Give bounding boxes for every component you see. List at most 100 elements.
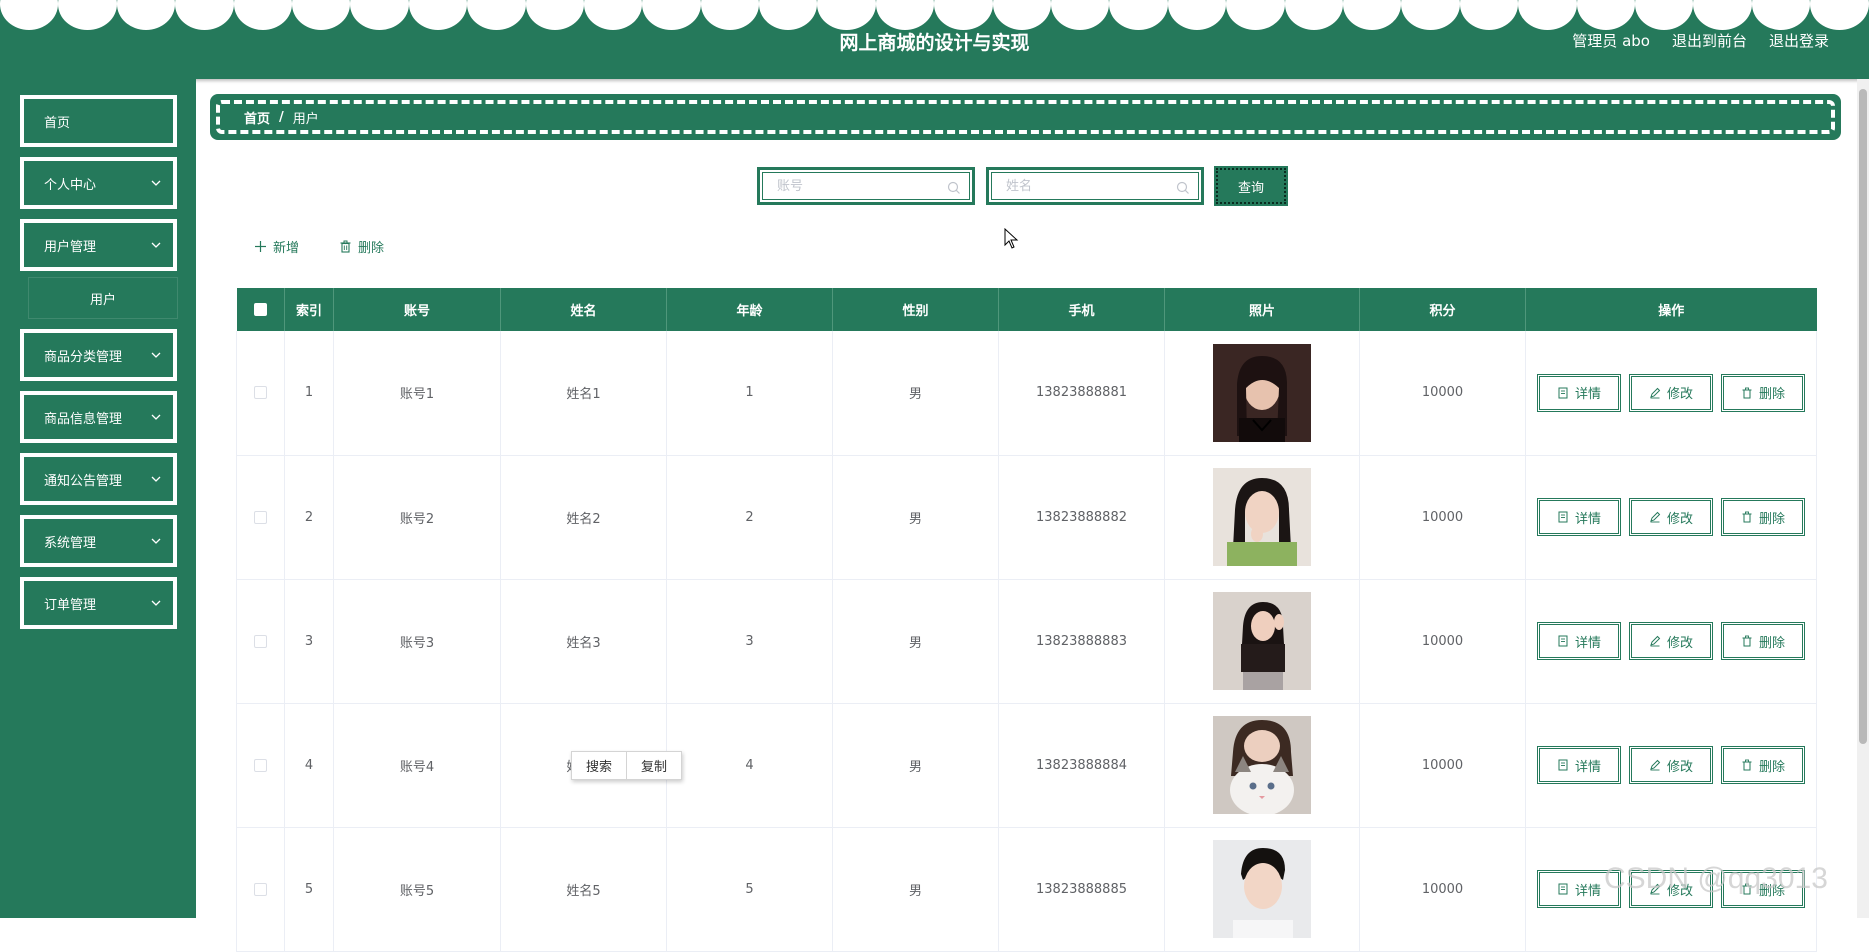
detail-button[interactable]: 详情 [1537,746,1621,784]
edit-button[interactable]: 修改 [1629,746,1713,784]
cell-actions: 详情 修改 删除 [1525,331,1817,456]
cell-points: 10000 [1359,455,1526,580]
column-header: 年龄 [666,288,833,331]
detail-button[interactable]: 详情 [1537,373,1621,412]
add-button[interactable]: 新增 [254,237,299,256]
delete-button[interactable]: 删除 [1721,498,1805,536]
delete-button[interactable]: 删除 [1721,622,1805,660]
row-select-cell [236,331,285,456]
table-row: 3 账号3 姓名3 3 男 13823888883 10000 详情 修改 删除 [236,579,1817,704]
sidebar-item-label: 商品信息管理 [44,411,123,427]
cell-gender: 男 [832,579,999,704]
user-photo [1213,716,1311,814]
detail-button[interactable]: 详情 [1537,622,1621,660]
pencil-icon [1650,387,1661,399]
cell-account: 账号3 [333,579,501,704]
sidebar-item-product-management[interactable]: 商品信息管理 [20,391,177,443]
cell-phone: 13823888882 [998,455,1165,580]
name-search-inner [991,172,1199,200]
select-all-checkbox[interactable] [253,303,267,316]
context-copy-button[interactable]: 复制 [627,752,681,779]
breadcrumb-current: 用户 [292,111,319,127]
query-button[interactable]: 查询 [1214,166,1288,206]
sidebar-item-notice-management[interactable]: 通知公告管理 [20,453,177,505]
trash-icon [340,240,351,253]
row-actions: 详情 修改 删除 [1526,498,1816,536]
row-checkbox[interactable] [254,758,267,772]
scrollbar-thumb[interactable] [1859,89,1867,744]
row-checkbox[interactable] [254,882,267,896]
edit-label: 修改 [1666,511,1693,527]
cell-account: 账号5 [333,827,501,952]
document-icon [1558,511,1568,523]
top-header: 网上商城的设计与实现 管理员 abo 退出到前台 退出登录 [0,0,1869,79]
sidebar-item-label: 个人中心 [44,177,97,193]
sidebar-item-category-management[interactable]: 商品分类管理 [20,329,177,381]
exit-to-front-link[interactable]: 退出到前台 [1672,30,1747,51]
chevron-down-icon [151,180,161,186]
cell-phone: 13823888885 [998,827,1165,952]
row-checkbox[interactable] [254,510,267,524]
edit-button[interactable]: 修改 [1629,498,1713,536]
cell-age: 5 [666,827,833,952]
delete-button[interactable]: 删除 [1721,373,1805,412]
breadcrumb-home[interactable]: 首页 [244,108,270,127]
cell-photo [1164,703,1360,828]
breadcrumb-separator: / [279,109,284,125]
cell-index: 3 [284,579,334,704]
cell-actions: 详情 修改 删除 [1525,579,1817,704]
sidebar-item-user-management[interactable]: 用户管理 [20,219,177,271]
user-photo [1213,592,1311,690]
sidebar-item-order-management[interactable]: 订单管理 [20,577,177,629]
cell-name: 姓名5 [500,827,667,952]
cell-age: 4 [666,703,833,828]
edit-button[interactable]: 修改 [1629,373,1713,412]
document-icon [1558,387,1568,399]
edit-button[interactable]: 修改 [1629,622,1713,660]
sidebar-item-label: 商品分类管理 [44,349,123,365]
sidebar-subitem-users[interactable]: 用户 [28,277,178,319]
delete-label: 删除 [1758,759,1785,775]
row-actions: 详情 修改 删除 [1526,373,1816,412]
logout-link[interactable]: 退出登录 [1769,30,1829,51]
delete-button[interactable]: 删除 [1721,746,1805,784]
row-select-cell [236,455,285,580]
detail-button[interactable]: 详情 [1537,498,1621,536]
chevron-down-icon [151,414,161,420]
detail-label: 详情 [1574,511,1601,527]
batch-delete-button[interactable]: 删除 [339,237,384,256]
row-checkbox[interactable] [254,634,267,648]
cell-age: 2 [666,455,833,580]
chevron-down-icon [151,352,161,358]
cell-photo [1164,455,1360,580]
vertical-scrollbar[interactable] [1857,79,1869,918]
delete-label: 删除 [1758,387,1785,403]
row-select-cell [236,703,285,828]
cell-age: 1 [666,331,833,456]
account-search-field [757,167,975,205]
search-icon [1176,181,1189,194]
cell-actions: 详情 修改 删除 [1525,703,1817,828]
table-row: 5 账号5 姓名5 5 男 13823888885 10000 详情 修改 删除 [236,827,1817,952]
cell-index: 1 [284,331,334,456]
chevron-down-icon [151,600,161,606]
pencil-icon [1650,511,1661,523]
header-user-links: 管理员 abo 退出到前台 退出登录 [1572,30,1829,51]
column-header: 手机 [998,288,1165,331]
column-header: 账号 [333,288,501,331]
context-search-button[interactable]: 搜索 [572,752,627,779]
row-select-cell [236,579,285,704]
sidebar-item-personal-center[interactable]: 个人中心 [20,157,177,209]
name-search-input[interactable] [992,173,1198,199]
scallop-border [0,0,1869,30]
users-table: 索引 账号 姓名 年龄 性别 手机 照片 积分 操作 1 账号1 姓名1 1 男… [236,288,1817,952]
cell-age: 3 [666,579,833,704]
sidebar-item-system-management[interactable]: 系统管理 [20,515,177,567]
sidebar-item-label: 订单管理 [44,597,97,613]
row-checkbox[interactable] [254,386,267,400]
account-search-input[interactable] [763,173,969,199]
sidebar-item-label: 用户管理 [44,239,97,255]
sidebar-item-home[interactable]: 首页 [20,95,177,147]
account-search-inner [762,172,970,200]
cell-index: 2 [284,455,334,580]
